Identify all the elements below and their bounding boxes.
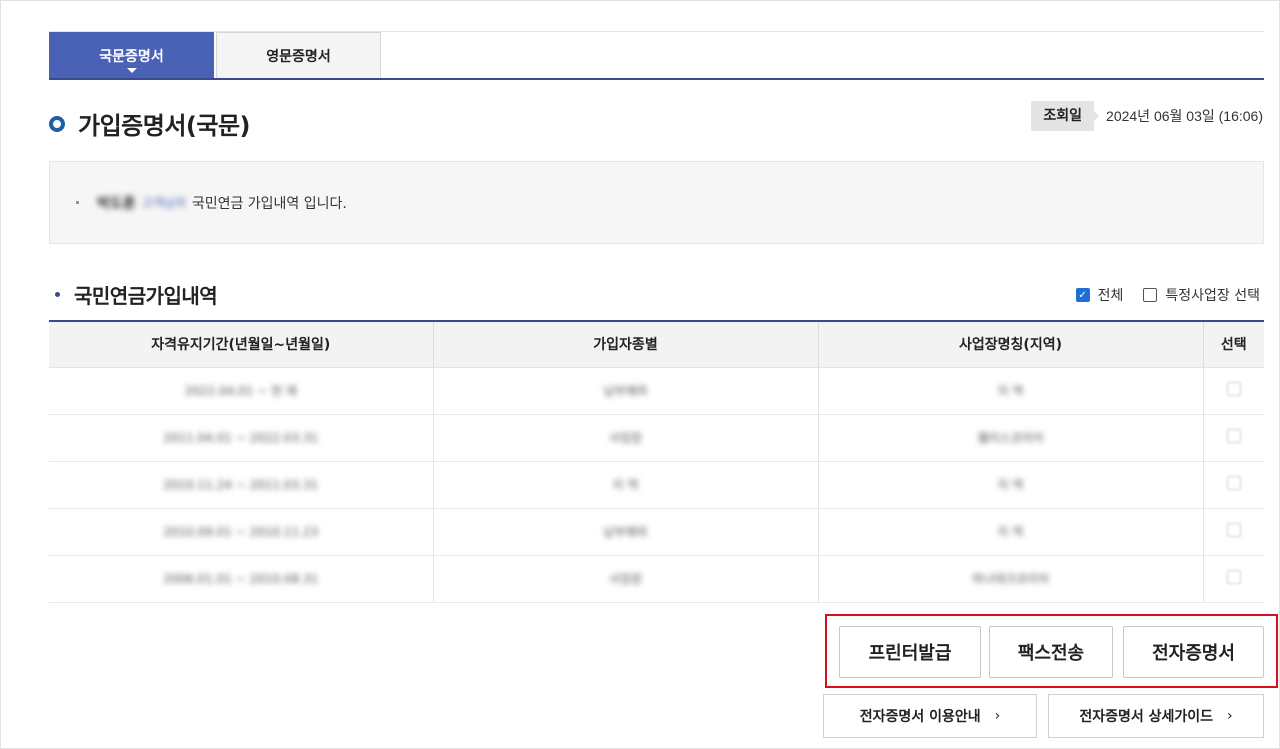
section-header: 국민연금가입내역	[55, 280, 218, 309]
query-date-value: 2024년 06월 03일 (16:06)	[1106, 108, 1263, 124]
cell-text: 사업장	[608, 431, 643, 445]
cell-text: 2006.01.01 ~ 2010.08.31	[163, 571, 319, 586]
cell-text: 2010.09.01 ~ 2010.11.23	[163, 524, 319, 539]
cell-text: 지 역	[997, 525, 1024, 539]
cell-text: 지 역	[997, 384, 1024, 398]
tab-korean-certificate[interactable]: 국문증명서	[49, 32, 214, 79]
guide-detail-label: 전자증명서 상세가이드	[1079, 709, 1214, 725]
tab-label: 국문증명서	[99, 48, 164, 65]
cell-workplace: 지 역	[817, 508, 1203, 556]
cell-text: 2022.04.01 ~ 현 재	[184, 384, 297, 398]
cell-member-type: 사업장	[432, 555, 818, 603]
section-bullet-icon	[55, 292, 60, 297]
cell-period: 2022.04.01 ~ 현 재	[49, 367, 433, 415]
tab-underline	[49, 78, 1264, 80]
filter-specific-label: 특정사업장 선택	[1165, 288, 1260, 304]
cell-workplace: 하나테크코리아	[817, 555, 1203, 603]
row-checkbox[interactable]	[1226, 381, 1241, 396]
cell-text: 2011.04.01 ~ 2022.03.31	[163, 430, 319, 445]
page-title-area: 가입증명서(국문)	[49, 106, 251, 141]
tab-english-certificate[interactable]: 영문증명서	[216, 32, 381, 79]
table-row: 2006.01.01 ~ 2010.08.31 사업장 하나테크코리아	[49, 555, 1264, 603]
cell-select	[1202, 461, 1264, 509]
tab-label: 영문증명서	[266, 49, 331, 65]
cell-workplace: 지 역	[817, 367, 1203, 415]
cell-select	[1202, 367, 1264, 415]
caret-down-icon	[126, 68, 137, 73]
header-member-type: 가입자종별	[432, 322, 818, 368]
row-checkbox[interactable]	[1226, 475, 1241, 490]
cell-period: 2010.09.01 ~ 2010.11.23	[49, 508, 433, 556]
table-row: 2010.11.24 ~ 2011.03.31 지 역 지 역	[49, 461, 1264, 509]
query-date: 조회일 2024년 06월 03일 (16:06)	[1031, 101, 1263, 131]
print-issue-button[interactable]: 프린터발급	[839, 626, 981, 678]
filter-specific-workplace[interactable]: 특정사업장 선택	[1143, 285, 1260, 305]
cell-text: 납부예외	[603, 525, 648, 539]
bullet-dot-icon	[76, 201, 79, 204]
table-row: 2011.04.01 ~ 2022.03.31 사업장 웰리스코리아	[49, 414, 1264, 462]
ecert-detail-guide-link[interactable]: 전자증명서 상세가이드 ›	[1048, 694, 1264, 738]
certificate-tabs: 국문증명서 영문증명서	[49, 31, 1264, 80]
cell-member-type: 납부예외	[432, 508, 818, 556]
circle-bullet-icon	[49, 115, 65, 132]
enrollment-table: 자격유지기간(년월일~년월일) 가입자종별 사업장명칭(지역) 선택 2022.…	[49, 320, 1264, 603]
cell-workplace: 지 역	[817, 461, 1203, 509]
filter-options: ✓ 전체 특정사업장 선택	[1056, 285, 1260, 305]
cell-period: 2010.11.24 ~ 2011.03.31	[49, 461, 433, 509]
info-box: 박도훈 고객님의 국민연금 가입내역 입니다.	[49, 161, 1264, 244]
cell-text: 웰리스코리아	[977, 431, 1044, 445]
cell-select	[1202, 414, 1264, 462]
cell-text: 2010.11.24 ~ 2011.03.31	[163, 477, 319, 492]
checkbox-icon[interactable]	[1143, 288, 1158, 302]
cell-period: 2006.01.01 ~ 2010.08.31	[49, 555, 433, 603]
header-period: 자격유지기간(년월일~년월일)	[49, 322, 433, 368]
table-row: 2022.04.01 ~ 현 재 납부예외 지 역	[49, 367, 1264, 415]
cell-text: 사업장	[608, 572, 643, 586]
checkbox-checked-icon[interactable]: ✓	[1075, 288, 1090, 302]
cell-text: 지 역	[612, 478, 639, 492]
query-date-label: 조회일	[1031, 101, 1099, 131]
chevron-right-icon: ›	[994, 708, 1001, 724]
customer-name: 박도훈	[97, 195, 136, 212]
filter-all[interactable]: ✓ 전체	[1075, 285, 1124, 305]
table-header-row: 자격유지기간(년월일~년월일) 가입자종별 사업장명칭(지역) 선택	[49, 322, 1264, 368]
cell-member-type: 지 역	[432, 461, 818, 509]
section-title: 국민연금가입내역	[74, 284, 218, 308]
header-workplace: 사업장명칭(지역)	[817, 322, 1203, 368]
fax-send-button[interactable]: 팩스전송	[989, 626, 1113, 678]
page-title: 가입증명서(국문)	[78, 112, 251, 140]
ecert-usage-guide-link[interactable]: 전자증명서 이용안내 ›	[823, 694, 1037, 738]
electronic-certificate-button[interactable]: 전자증명서	[1123, 626, 1264, 678]
cell-text: 납부예외	[603, 384, 648, 398]
chevron-right-icon: ›	[1227, 708, 1233, 724]
info-message: 국민연금 가입내역 입니다.	[191, 195, 347, 212]
guide-usage-label: 전자증명서 이용안내	[859, 709, 981, 725]
cell-select	[1202, 555, 1264, 603]
cell-text: 하나테크코리아	[971, 572, 1050, 586]
table-row: 2010.09.01 ~ 2010.11.23 납부예외 지 역	[49, 508, 1264, 556]
row-checkbox[interactable]	[1226, 428, 1241, 443]
row-checkbox[interactable]	[1226, 522, 1241, 537]
header-select: 선택	[1202, 322, 1264, 368]
cell-workplace: 웰리스코리아	[817, 414, 1203, 462]
cell-period: 2011.04.01 ~ 2022.03.31	[49, 414, 433, 462]
row-checkbox[interactable]	[1226, 569, 1241, 584]
cell-select	[1202, 508, 1264, 556]
cell-member-type: 납부예외	[432, 367, 818, 415]
cell-member-type: 사업장	[432, 414, 818, 462]
customer-honorific: 고객님의	[141, 196, 186, 210]
cell-text: 지 역	[997, 478, 1024, 492]
filter-all-label: 전체	[1097, 288, 1124, 304]
